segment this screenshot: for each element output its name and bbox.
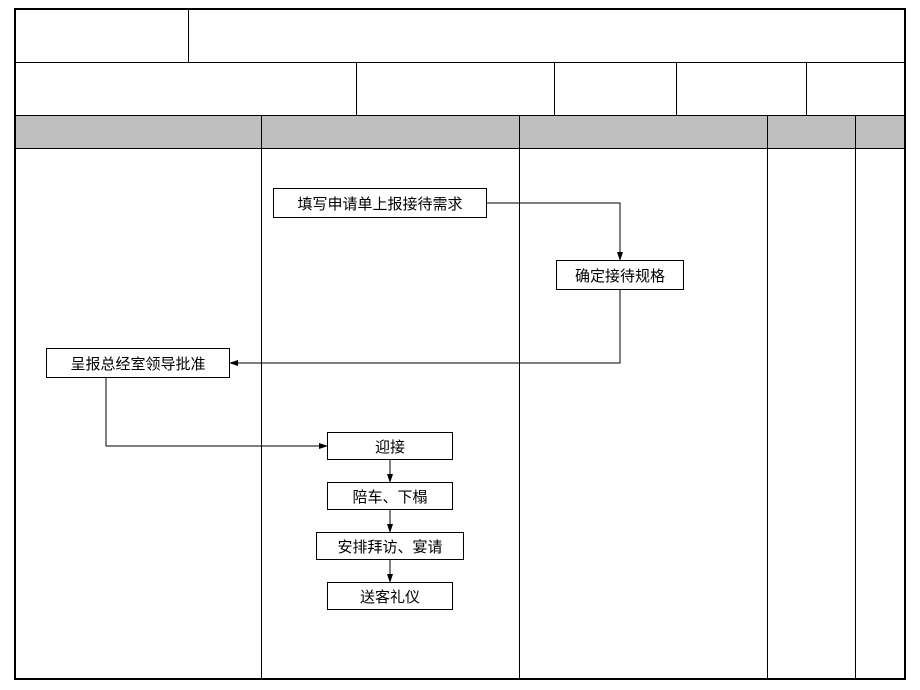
swimlane-divider (767, 116, 768, 678)
header-band (16, 116, 904, 148)
divider (16, 62, 904, 63)
swimlane-divider (261, 116, 262, 678)
divider (188, 10, 189, 62)
box-report-approval: 呈报总经室领导批准 (46, 348, 230, 378)
box-welcome: 迎接 (327, 432, 453, 460)
outer-frame: 填写申请单上报接待需求 确定接待规格 呈报总经室领导批准 迎接 陪车、下榻 安排… (14, 8, 906, 680)
divider (806, 62, 807, 115)
divider (554, 62, 555, 115)
divider (676, 62, 677, 115)
divider (356, 62, 357, 115)
box-escort: 陪车、下榻 (327, 482, 453, 510)
flow-connectors (16, 10, 908, 682)
divider (16, 148, 904, 149)
box-farewell: 送客礼仪 (327, 582, 453, 610)
box-arrange-visit: 安排拜访、宴请 (316, 532, 464, 560)
box-confirm-spec: 确定接待规格 (556, 260, 684, 290)
box-fill-request: 填写申请单上报接待需求 (273, 188, 487, 218)
swimlane-divider (519, 116, 520, 678)
swimlane-divider (855, 116, 856, 678)
